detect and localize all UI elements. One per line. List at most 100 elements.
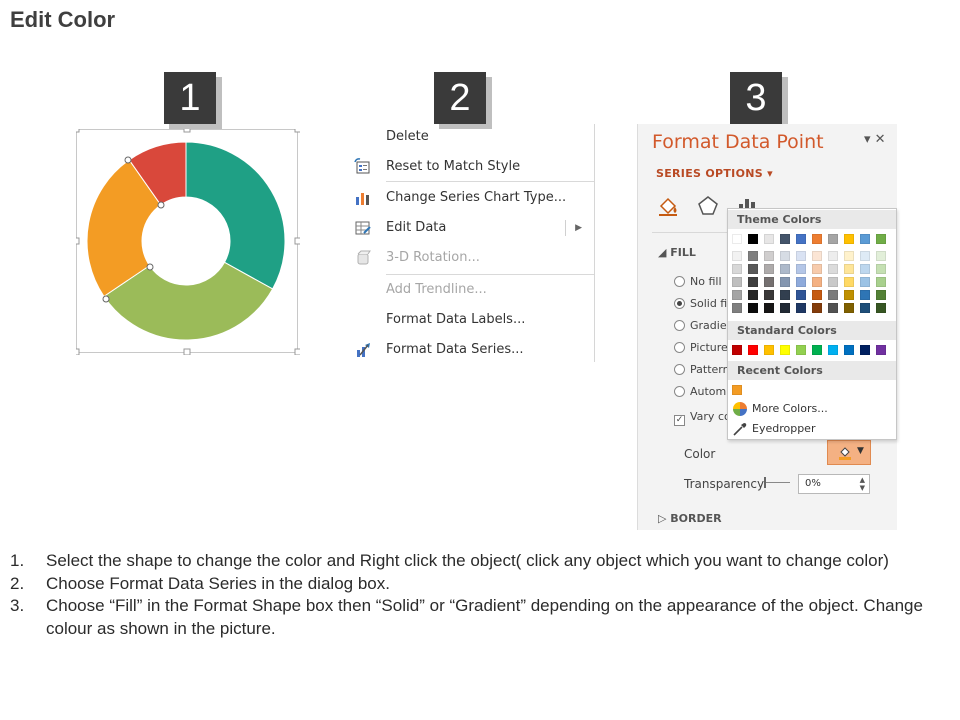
fill-option-picture[interactable]: Picture <box>674 341 728 354</box>
fill-option-pattern[interactable]: Pattern <box>674 363 730 376</box>
theme-shade-swatch[interactable] <box>780 277 790 287</box>
resize-handle[interactable] <box>294 129 300 133</box>
effects-tab-icon[interactable] <box>696 194 720 218</box>
standard-color-swatch[interactable] <box>732 345 742 355</box>
standard-color-swatch[interactable] <box>812 345 822 355</box>
theme-shade-swatch[interactable] <box>796 290 806 300</box>
theme-shade-swatch[interactable] <box>748 303 758 313</box>
resize-handle[interactable] <box>76 237 80 245</box>
resize-handle[interactable] <box>183 348 191 355</box>
theme-shade-swatch[interactable] <box>796 251 806 261</box>
resize-handle[interactable] <box>294 237 300 245</box>
theme-color-swatch[interactable] <box>876 234 886 244</box>
theme-shade-swatch[interactable] <box>828 290 838 300</box>
menu-item-change-chart-type[interactable]: Change Series Chart Type... <box>350 185 594 211</box>
radio-button-selected[interactable] <box>674 298 685 309</box>
theme-shade-swatch[interactable] <box>876 264 886 274</box>
menu-item-add-trendline[interactable]: Add Trendline... <box>350 277 594 303</box>
theme-shade-swatch[interactable] <box>812 264 822 274</box>
theme-shade-swatch[interactable] <box>732 290 742 300</box>
theme-shade-swatch[interactable] <box>860 290 870 300</box>
theme-shade-swatch[interactable] <box>860 303 870 313</box>
theme-shade-swatch[interactable] <box>876 251 886 261</box>
fill-color-button[interactable]: ▼ <box>827 440 871 465</box>
theme-color-swatch[interactable] <box>780 234 790 244</box>
theme-shade-swatch[interactable] <box>844 264 854 274</box>
theme-shade-swatch[interactable] <box>748 251 758 261</box>
border-section-header[interactable]: ▷ BORDER <box>658 512 722 525</box>
theme-shade-swatch[interactable] <box>764 277 774 287</box>
resize-handle[interactable] <box>294 348 300 355</box>
theme-shade-swatch[interactable] <box>780 264 790 274</box>
recent-color-swatch[interactable] <box>732 385 742 395</box>
theme-shade-swatch[interactable] <box>764 290 774 300</box>
theme-shade-swatch[interactable] <box>732 277 742 287</box>
theme-shade-swatch[interactable] <box>828 264 838 274</box>
radio-button[interactable] <box>674 386 685 397</box>
theme-shade-swatch[interactable] <box>732 264 742 274</box>
theme-shade-swatch[interactable] <box>828 251 838 261</box>
radio-button[interactable] <box>674 276 685 287</box>
menu-item-reset-style[interactable]: Reset to Match Style <box>350 154 594 180</box>
donut-chart[interactable] <box>76 129 300 355</box>
fill-option-gradient[interactable]: Gradier <box>674 319 731 332</box>
data-point-handle[interactable] <box>146 263 154 271</box>
theme-shade-swatch[interactable] <box>844 251 854 261</box>
theme-shade-swatch[interactable] <box>812 290 822 300</box>
theme-color-swatch[interactable] <box>764 234 774 244</box>
checkmark-icon[interactable]: ✓ <box>674 415 685 426</box>
theme-shade-swatch[interactable] <box>860 277 870 287</box>
theme-shade-swatch[interactable] <box>860 264 870 274</box>
theme-shade-swatch[interactable] <box>876 290 886 300</box>
standard-color-swatch[interactable] <box>796 345 806 355</box>
menu-item-3d-rotation[interactable]: 3-D Rotation... <box>350 245 594 271</box>
standard-color-swatch[interactable] <box>828 345 838 355</box>
standard-color-swatch[interactable] <box>844 345 854 355</box>
pane-window-controls[interactable]: ▾ ✕ <box>864 132 886 147</box>
standard-color-swatch[interactable] <box>748 345 758 355</box>
theme-shade-swatch[interactable] <box>812 277 822 287</box>
theme-color-swatch[interactable] <box>812 234 822 244</box>
submenu-arrow-icon[interactable]: ▶ <box>575 215 582 241</box>
menu-item-format-data-series[interactable]: Format Data Series... <box>350 337 594 363</box>
theme-shade-swatch[interactable] <box>732 303 742 313</box>
spinner-icon[interactable]: ▲ ▼ <box>860 476 865 492</box>
resize-handle[interactable] <box>76 129 80 133</box>
series-options-dropdown[interactable]: SERIES OPTIONS ▾ <box>656 167 773 180</box>
theme-color-swatch[interactable] <box>748 234 758 244</box>
theme-shade-swatch[interactable] <box>876 303 886 313</box>
theme-color-swatch[interactable] <box>732 234 742 244</box>
theme-shade-swatch[interactable] <box>748 277 758 287</box>
fill-option-no-fill[interactable]: No fill <box>674 275 722 288</box>
data-point-handle[interactable] <box>102 295 110 303</box>
theme-shade-swatch[interactable] <box>748 264 758 274</box>
data-point-handle[interactable] <box>124 156 132 164</box>
theme-shade-swatch[interactable] <box>764 303 774 313</box>
transparency-slider[interactable] <box>766 482 790 483</box>
menu-item-format-data-labels[interactable]: Format Data Labels... <box>350 307 594 333</box>
theme-color-swatch[interactable] <box>796 234 806 244</box>
theme-shade-swatch[interactable] <box>764 264 774 274</box>
vary-colors-checkbox[interactable]: ✓ Vary co <box>674 410 731 426</box>
menu-item-delete[interactable]: Delete <box>350 124 594 150</box>
theme-shade-swatch[interactable] <box>748 290 758 300</box>
theme-shade-swatch[interactable] <box>764 251 774 261</box>
theme-shade-swatch[interactable] <box>780 251 790 261</box>
donut-segment-teal[interactable] <box>185 141 286 290</box>
resize-handle[interactable] <box>183 129 191 133</box>
theme-shade-swatch[interactable] <box>796 303 806 313</box>
standard-color-swatch[interactable] <box>780 345 790 355</box>
theme-shade-swatch[interactable] <box>828 303 838 313</box>
theme-shade-swatch[interactable] <box>780 303 790 313</box>
fill-line-tab-icon[interactable] <box>656 194 680 218</box>
theme-shade-swatch[interactable] <box>796 277 806 287</box>
radio-button[interactable] <box>674 320 685 331</box>
transparency-input[interactable]: 0% ▲ ▼ <box>798 474 870 494</box>
theme-color-swatch[interactable] <box>844 234 854 244</box>
standard-color-swatch[interactable] <box>860 345 870 355</box>
theme-shade-swatch[interactable] <box>732 251 742 261</box>
theme-shade-swatch[interactable] <box>844 303 854 313</box>
standard-color-swatch[interactable] <box>876 345 886 355</box>
theme-color-swatch[interactable] <box>860 234 870 244</box>
theme-shade-swatch[interactable] <box>812 303 822 313</box>
